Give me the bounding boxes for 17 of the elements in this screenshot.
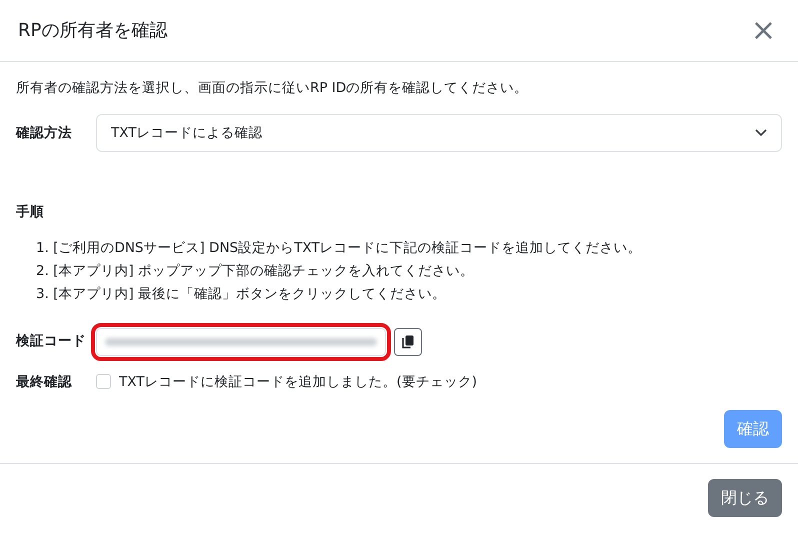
- step-text: 2. [本アプリ内] ポップアップ下部の確認チェックを入れてください。: [36, 262, 475, 280]
- close-dialog-button[interactable]: 閉じる: [708, 478, 782, 517]
- checkbox[interactable]: [96, 374, 111, 390]
- field-label: 最終確認: [16, 372, 73, 392]
- step-text: 3. [本アプリ内] 最後に「確認」ボタンをクリックしてください。: [36, 284, 447, 304]
- method-select[interactable]: TXTレコードによる確認: [96, 114, 782, 152]
- intro-text: 所有者の確認方法を選択し、画面の指示に従いRP IDの所有を確認してください。: [16, 79, 530, 98]
- chevron-down-icon: [755, 129, 767, 138]
- checkbox-label: TXTレコードに検証コードを追加しました。(要チェック): [119, 372, 478, 392]
- section-heading: 手順: [16, 203, 45, 222]
- modal-title: RPの所有者を確認: [18, 19, 168, 43]
- close-button[interactable]: ×: [746, 16, 780, 46]
- field-label: 確認方法: [16, 124, 73, 144]
- copy-icon: [402, 334, 414, 348]
- copy-button[interactable]: [394, 328, 422, 356]
- field-label: 検証コード: [16, 332, 87, 352]
- step-text: 1. [ご利用のDNSサービス] DNS設定からTXTレコードに下記の検証コードを追加してください。: [36, 238, 643, 258]
